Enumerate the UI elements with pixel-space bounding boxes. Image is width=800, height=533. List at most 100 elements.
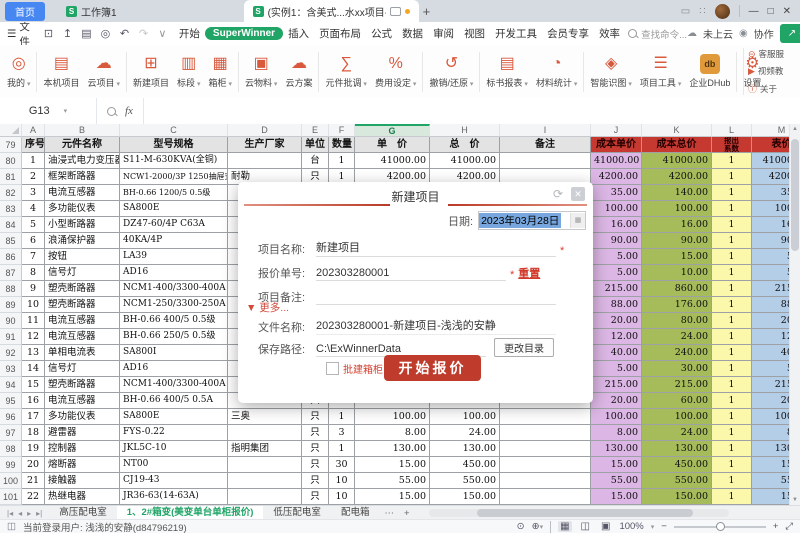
- cell-E98[interactable]: 只: [302, 441, 329, 457]
- cell-G98[interactable]: 130.00: [355, 441, 430, 457]
- cell-A100[interactable]: 21: [22, 473, 45, 489]
- home-button[interactable]: 首页: [5, 2, 45, 21]
- row-header-90[interactable]: 90: [0, 313, 22, 329]
- cell-L93[interactable]: 1: [712, 361, 752, 377]
- cell-K85[interactable]: 90.00: [642, 233, 712, 249]
- cell-C84[interactable]: DZ47-60/4P C63A: [120, 217, 228, 233]
- cell-J87[interactable]: 5.00: [591, 265, 642, 281]
- cell-C80[interactable]: S11-M-630KVA(全铜): [120, 153, 228, 169]
- cell-G79[interactable]: 单 价: [355, 137, 430, 153]
- column-header-K[interactable]: K: [642, 124, 712, 137]
- cell-L87[interactable]: 1: [712, 265, 752, 281]
- project-name-field[interactable]: 新建项目: [316, 239, 556, 257]
- fullscreen-icon[interactable]: ⤢: [785, 521, 793, 532]
- cell-G97[interactable]: 8.00: [355, 425, 430, 441]
- cell-H79[interactable]: 总 价: [430, 137, 500, 153]
- cell-K83[interactable]: 100.00: [642, 201, 712, 217]
- cell-B79[interactable]: 元件名称: [45, 137, 120, 153]
- cell-G96[interactable]: 100.00: [355, 409, 430, 425]
- column-header-F[interactable]: F: [329, 124, 355, 137]
- cell-K94[interactable]: 215.00: [642, 377, 712, 393]
- cell-E97[interactable]: 只: [302, 425, 329, 441]
- calendar-icon[interactable]: ▦: [570, 213, 585, 228]
- menu-tab-4[interactable]: 公式: [366, 26, 397, 41]
- cell-B94[interactable]: 塑壳断路器: [45, 377, 120, 393]
- last-sheet-icon[interactable]: ▸|: [36, 509, 42, 518]
- cell-H99[interactable]: 450.00: [430, 457, 500, 473]
- cell-K86[interactable]: 15.00: [642, 249, 712, 265]
- cell-B90[interactable]: 电流互感器: [45, 313, 120, 329]
- cell-K96[interactable]: 100.00: [642, 409, 712, 425]
- cell-B96[interactable]: 多功能仪表: [45, 409, 120, 425]
- magnifier-icon[interactable]: [107, 107, 116, 116]
- cell-C86[interactable]: LA39: [120, 249, 228, 265]
- ribbon-side-about[interactable]: ⓘ关于: [748, 82, 800, 95]
- page-layout-view-icon[interactable]: ◫: [579, 521, 592, 532]
- cell-C98[interactable]: JKL5C-10: [120, 441, 228, 457]
- cell-E99[interactable]: 只: [302, 457, 329, 473]
- cell-E100[interactable]: 只: [302, 473, 329, 489]
- cell-B101[interactable]: 热继电器: [45, 489, 120, 505]
- cell-I79[interactable]: 备注: [500, 137, 591, 153]
- cell-L86[interactable]: 1: [712, 249, 752, 265]
- cell-C96[interactable]: SA800E: [120, 409, 228, 425]
- cell-A93[interactable]: 14: [22, 361, 45, 377]
- cell-E80[interactable]: 台: [302, 153, 329, 169]
- scroll-down-icon[interactable]: ▼: [790, 497, 800, 503]
- ribbon-button-new-project[interactable]: ⊞新建项目: [129, 54, 173, 89]
- print-preview-icon[interactable]: ◎: [99, 27, 112, 40]
- ribbon-button-dhub[interactable]: db企业DHub: [685, 54, 734, 89]
- cell-B95[interactable]: 电流互感器: [45, 393, 120, 409]
- cell-J96[interactable]: 100.00: [591, 409, 642, 425]
- cell-L99[interactable]: 1: [712, 457, 752, 473]
- cell-G100[interactable]: 55.00: [355, 473, 430, 489]
- macro-record-icon[interactable]: ◫: [7, 521, 16, 532]
- cell-F100[interactable]: 10: [329, 473, 355, 489]
- cell-L80[interactable]: 1: [712, 153, 752, 169]
- cell-C97[interactable]: FYS-0.22: [120, 425, 228, 441]
- cell-C90[interactable]: BH-0.66 400/5 0.5级: [120, 313, 228, 329]
- refresh-icon[interactable]: ⟳: [553, 187, 563, 201]
- cell-D80[interactable]: [228, 153, 302, 169]
- cell-F97[interactable]: 3: [329, 425, 355, 441]
- cell-C88[interactable]: NCM1-400/3300-400A: [120, 281, 228, 297]
- menu-tab-2[interactable]: 插入: [283, 26, 314, 41]
- cell-C85[interactable]: 40KA/4P: [120, 233, 228, 249]
- cell-D100[interactable]: [228, 473, 302, 489]
- cell-B91[interactable]: 电流互感器: [45, 329, 120, 345]
- cell-A85[interactable]: 6: [22, 233, 45, 249]
- cell-K81[interactable]: 4200.00: [642, 169, 712, 185]
- row-header-100[interactable]: 100: [0, 473, 22, 489]
- cell-K100[interactable]: 550.00: [642, 473, 712, 489]
- cell-C95[interactable]: BH-0.66 400/5 0.5A: [120, 393, 228, 409]
- cell-A87[interactable]: 8: [22, 265, 45, 281]
- cell-E96[interactable]: 只: [302, 409, 329, 425]
- cell-J99[interactable]: 15.00: [591, 457, 642, 473]
- ribbon-side-customer-service[interactable]: ⊝客服服: [748, 48, 800, 60]
- cell-L83[interactable]: 1: [712, 201, 752, 217]
- cell-A79[interactable]: 序号: [22, 137, 45, 153]
- cell-L89[interactable]: 1: [712, 297, 752, 313]
- select-all-corner[interactable]: [0, 124, 22, 137]
- ribbon-button-project-tools[interactable]: ☰项目工具 ▾: [636, 54, 685, 89]
- cell-C89[interactable]: NCM1-250/3300-250A: [120, 297, 228, 313]
- cell-J91[interactable]: 12.00: [591, 329, 642, 345]
- cell-L81[interactable]: 1: [712, 169, 752, 185]
- export-icon[interactable]: ↥: [61, 27, 74, 40]
- cloud-status-label[interactable]: 未上云: [703, 26, 733, 41]
- cell-J83[interactable]: 100.00: [591, 201, 642, 217]
- column-header-E[interactable]: E: [302, 124, 329, 137]
- cell-B100[interactable]: 接触器: [45, 473, 120, 489]
- column-header-B[interactable]: B: [45, 124, 120, 137]
- cell-B97[interactable]: 避雷器: [45, 425, 120, 441]
- page-break-view-icon[interactable]: ▣: [599, 521, 612, 532]
- cell-A97[interactable]: 18: [22, 425, 45, 441]
- zoom-slider[interactable]: [674, 526, 766, 528]
- cell-H97[interactable]: 24.00: [430, 425, 500, 441]
- cell-C79[interactable]: 型号规格: [120, 137, 228, 153]
- cell-D79[interactable]: 生产厂家: [228, 137, 302, 153]
- cell-A80[interactable]: 1: [22, 153, 45, 169]
- add-sheet-icon[interactable]: +: [399, 508, 415, 519]
- minimize-button[interactable]: —: [749, 6, 759, 17]
- cell-L101[interactable]: 1: [712, 489, 752, 505]
